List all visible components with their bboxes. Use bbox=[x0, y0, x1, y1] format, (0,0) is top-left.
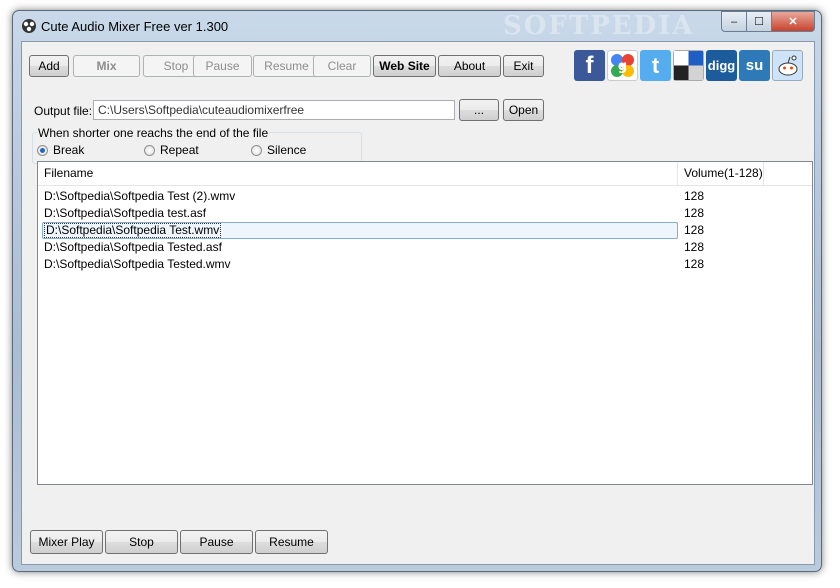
silence-radio[interactable]: Silence bbox=[251, 143, 306, 157]
radio-selected-icon bbox=[37, 144, 48, 156]
radio-icon bbox=[144, 144, 155, 156]
file-cell: D:\Softpedia\Softpedia Test (2).wmv bbox=[44, 189, 236, 203]
list-item[interactable]: D:\Softpedia\Softpedia Tested.asf 128 bbox=[38, 239, 812, 256]
clear-button[interactable]: Clear bbox=[313, 55, 371, 77]
file-cell: D:\Softpedia\Softpedia Test.wmv bbox=[44, 223, 222, 238]
file-cell: D:\Softpedia\Softpedia test.asf bbox=[44, 206, 207, 220]
svg-text:g: g bbox=[618, 59, 627, 74]
reddit-icon[interactable] bbox=[772, 50, 803, 81]
window-title: Cute Audio Mixer Free ver 1.300 bbox=[41, 19, 229, 34]
repeat-radio[interactable]: Repeat bbox=[144, 143, 199, 157]
radio-icon bbox=[251, 144, 262, 156]
list-item[interactable]: D:\Softpedia\Softpedia Test (2).wmv 128 bbox=[38, 188, 812, 205]
add-button[interactable]: Add bbox=[29, 55, 69, 77]
shorter-file-label: When shorter one reachs the end of the f… bbox=[37, 126, 270, 140]
silence-label: Silence bbox=[267, 143, 307, 157]
file-cell: D:\Softpedia\Softpedia Tested.asf bbox=[44, 240, 222, 254]
output-file-field[interactable]: C:\Users\Softpedia\cuteaudiomixerfree bbox=[93, 100, 455, 120]
stumbleupon-icon[interactable]: su bbox=[739, 50, 770, 81]
filename-column-header[interactable]: Filename bbox=[38, 162, 678, 185]
list-item-selected[interactable]: D:\Softpedia\Softpedia Test.wmv 128 bbox=[38, 222, 812, 239]
website-button[interactable]: Web Site bbox=[373, 55, 436, 77]
volume-column-header[interactable]: Volume(1-128) bbox=[678, 162, 764, 185]
resume-button[interactable]: Resume bbox=[253, 55, 320, 77]
facebook-icon[interactable]: f bbox=[574, 50, 605, 81]
about-button[interactable]: About bbox=[438, 55, 501, 77]
bottom-resume-button[interactable]: Resume bbox=[255, 530, 328, 554]
open-button[interactable]: Open bbox=[503, 99, 544, 121]
list-item[interactable]: D:\Softpedia\Softpedia Tested.wmv 128 bbox=[38, 256, 812, 273]
list-header: Filename Volume(1-128) bbox=[38, 162, 812, 186]
maximize-button[interactable]: ☐ bbox=[747, 11, 772, 32]
pause-button[interactable]: Pause bbox=[193, 55, 252, 77]
app-window: Cute Audio Mixer Free ver 1.300 SOFTPEDI… bbox=[12, 10, 822, 572]
volume-cell: 128 bbox=[684, 223, 705, 237]
twitter-icon[interactable]: t bbox=[640, 50, 671, 81]
exit-button[interactable]: Exit bbox=[503, 55, 544, 77]
browse-button[interactable]: ... bbox=[459, 99, 499, 121]
bottom-pause-button[interactable]: Pause bbox=[180, 530, 253, 554]
digg-icon[interactable]: digg bbox=[706, 50, 737, 81]
mix-button[interactable]: Mix bbox=[73, 55, 140, 77]
file-cell: D:\Softpedia\Softpedia Tested.wmv bbox=[44, 257, 231, 271]
output-file-label: Output file: bbox=[34, 104, 93, 118]
close-button[interactable]: ✕ bbox=[772, 11, 815, 32]
delicious-icon[interactable] bbox=[673, 50, 704, 81]
google-icon[interactable]: g bbox=[607, 50, 638, 81]
break-radio[interactable]: Break bbox=[37, 143, 84, 157]
mixer-play-button[interactable]: Mixer Play bbox=[30, 530, 103, 554]
break-label: Break bbox=[53, 143, 85, 157]
volume-cell: 128 bbox=[684, 206, 705, 220]
bottom-stop-button[interactable]: Stop bbox=[105, 530, 178, 554]
list-item[interactable]: D:\Softpedia\Softpedia test.asf 128 bbox=[38, 205, 812, 222]
watermark: SOFTPEDIA bbox=[503, 11, 695, 41]
repeat-label: Repeat bbox=[160, 143, 199, 157]
app-icon bbox=[22, 19, 36, 33]
volume-cell: 128 bbox=[684, 189, 705, 203]
file-list[interactable]: Filename Volume(1-128) D:\Softpedia\Soft… bbox=[37, 161, 813, 485]
volume-cell: 128 bbox=[684, 240, 705, 254]
client-area: Add Mix Stop Pause Resume Clear Web Site… bbox=[21, 41, 815, 565]
title-bar[interactable]: Cute Audio Mixer Free ver 1.300 SOFTPEDI… bbox=[13, 11, 821, 41]
minimize-button[interactable]: ‒ bbox=[721, 11, 747, 32]
volume-cell: 128 bbox=[684, 257, 705, 271]
